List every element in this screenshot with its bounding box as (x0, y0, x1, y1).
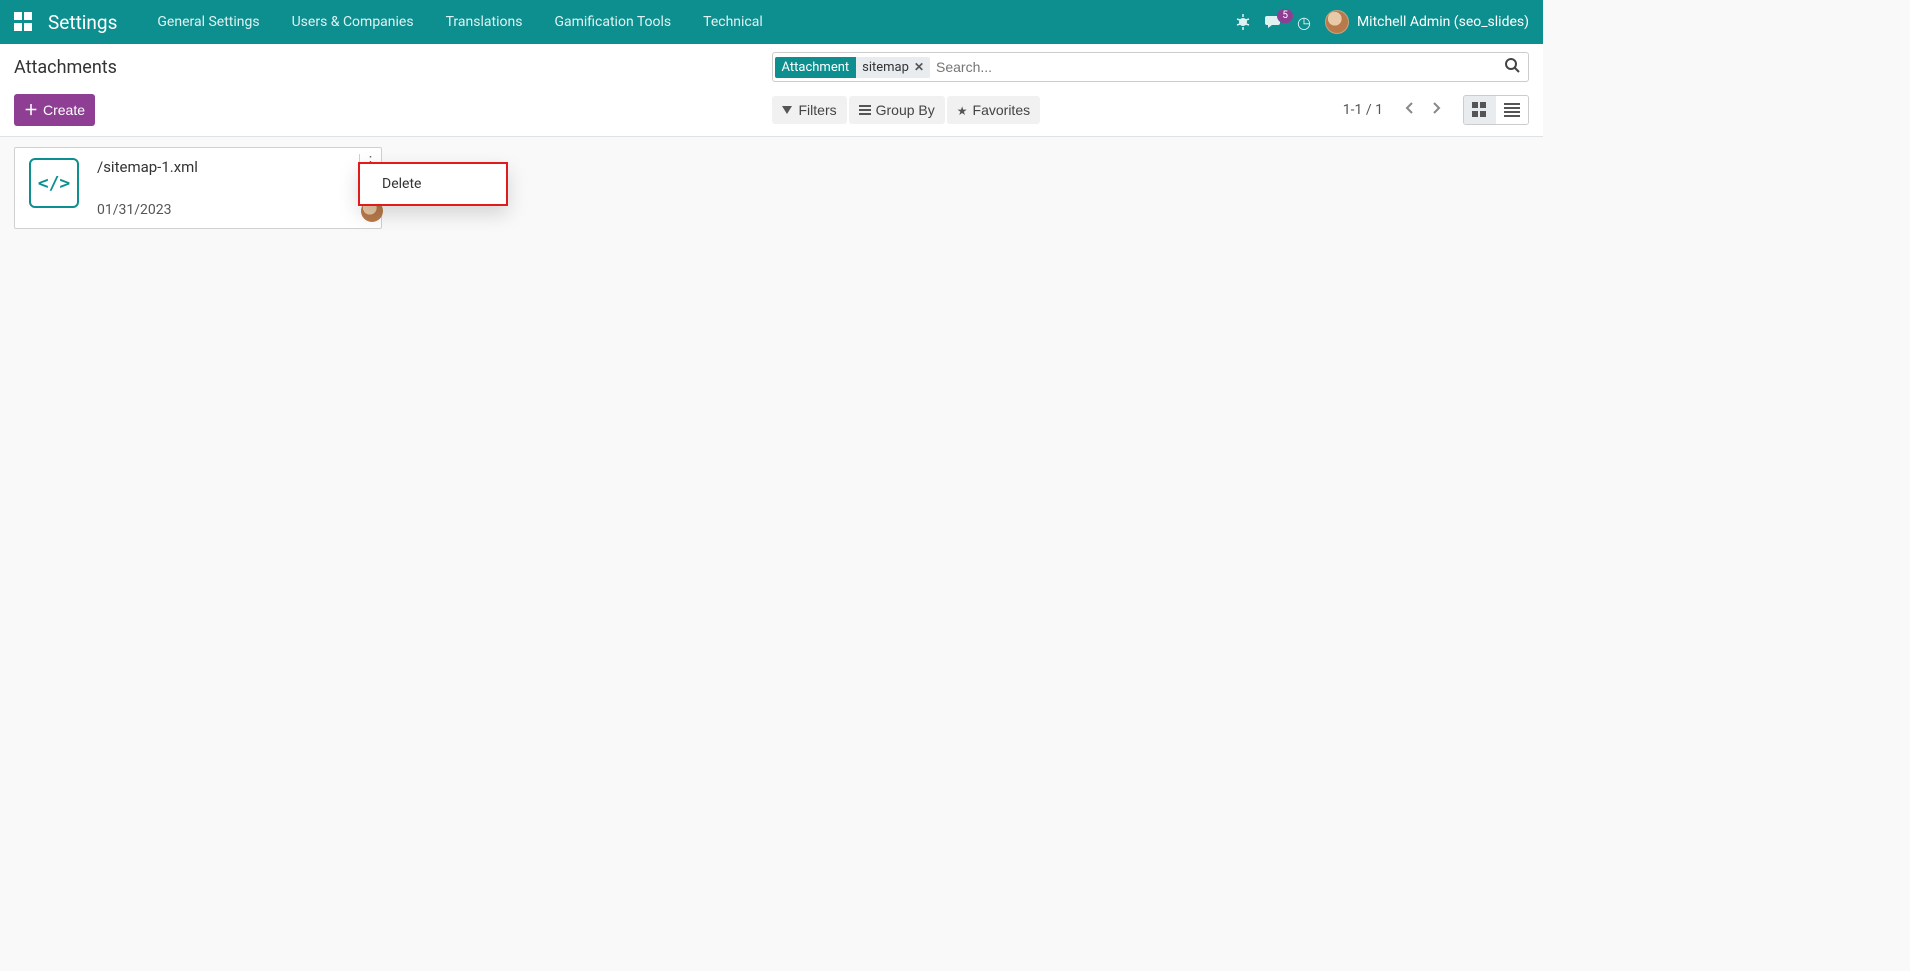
card-dropdown-menu: Delete (358, 162, 508, 206)
filter-icon (782, 102, 794, 118)
top-navbar: Settings General Settings Users & Compan… (0, 0, 1543, 44)
favorites-button[interactable]: Favorites (947, 96, 1040, 124)
search-facet: Attachment sitemap ✕ (775, 55, 931, 79)
plus-icon: ＋ (24, 100, 38, 120)
groupby-label: Group By (876, 102, 935, 118)
star-icon (957, 102, 968, 118)
filters-label: Filters (799, 102, 837, 118)
list-view-button[interactable] (1496, 96, 1528, 124)
messages-icon[interactable]: 5 (1265, 15, 1283, 29)
pager-next-button[interactable] (1423, 97, 1449, 124)
messages-badge: 5 (1277, 9, 1293, 23)
apps-icon[interactable] (14, 12, 34, 32)
groupby-icon (859, 105, 871, 115)
kanban-icon (1472, 102, 1488, 118)
user-name-label: Mitchell Admin (seo_slides) (1357, 14, 1529, 30)
search-icon[interactable] (1496, 57, 1528, 77)
create-button-label: Create (43, 102, 85, 118)
kanban-view-button[interactable] (1464, 96, 1496, 124)
kanban-area: </> /sitemap-1.xml 01/31/2023 ⋮ Delete (0, 137, 1543, 239)
search-input[interactable] (930, 55, 1496, 79)
favorites-label: Favorites (973, 102, 1031, 118)
list-icon (1504, 103, 1520, 117)
search-facet-value: sitemap (862, 60, 909, 75)
pager-prev-button[interactable] (1397, 97, 1423, 124)
menu-general-settings[interactable]: General Settings (141, 0, 275, 44)
view-switcher (1463, 95, 1529, 125)
menu-users-companies[interactable]: Users & Companies (276, 0, 430, 44)
menu-gamification-tools[interactable]: Gamification Tools (538, 0, 687, 44)
file-type-icon: </> (29, 158, 79, 208)
activities-icon[interactable] (1297, 13, 1311, 32)
attachment-card[interactable]: </> /sitemap-1.xml 01/31/2023 ⋮ (14, 147, 382, 229)
attachment-date: 01/31/2023 (97, 202, 367, 218)
create-button[interactable]: ＋ Create (14, 94, 95, 126)
debug-icon[interactable] (1235, 14, 1251, 30)
control-panel: Attachments Attachment sitemap ✕ (0, 44, 1543, 137)
search-facet-label: Attachment (775, 57, 857, 78)
menu-technical[interactable]: Technical (687, 0, 779, 44)
main-menu: General Settings Users & Companies Trans… (141, 0, 778, 44)
user-avatar-icon (1325, 10, 1349, 34)
pager-text[interactable]: 1-1 / 1 (1343, 102, 1383, 118)
app-brand[interactable]: Settings (48, 11, 117, 34)
groupby-button[interactable]: Group By (849, 96, 945, 124)
page-title: Attachments (14, 57, 117, 78)
delete-menu-item[interactable]: Delete (360, 164, 506, 204)
user-menu[interactable]: Mitchell Admin (seo_slides) (1325, 10, 1529, 34)
filters-button[interactable]: Filters (772, 96, 847, 124)
search-bar[interactable]: Attachment sitemap ✕ (772, 52, 1530, 82)
search-facet-remove-icon[interactable]: ✕ (914, 60, 924, 74)
menu-translations[interactable]: Translations (430, 0, 539, 44)
attachment-title: /sitemap-1.xml (97, 158, 367, 176)
